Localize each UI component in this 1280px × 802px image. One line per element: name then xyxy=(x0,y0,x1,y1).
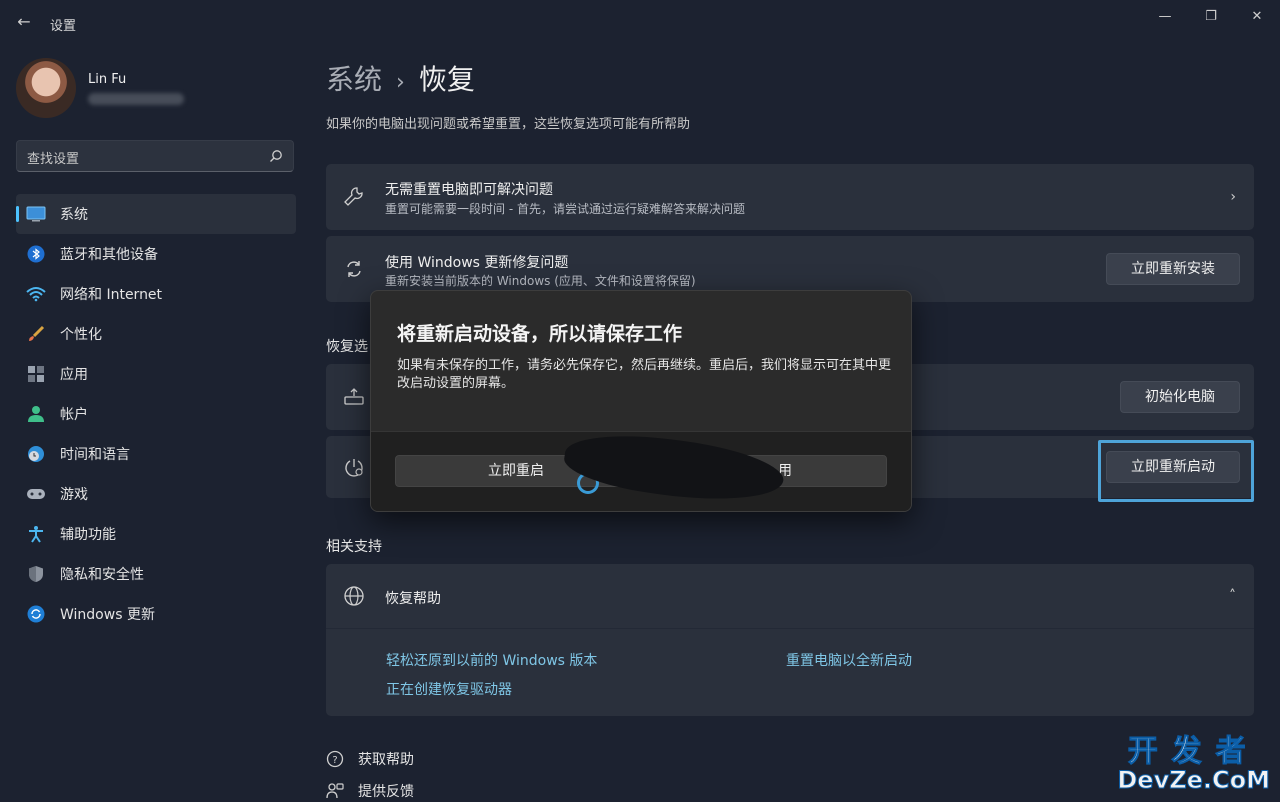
reset-pc-fresh-start-link[interactable]: 重置电脑以全新启动 xyxy=(786,650,912,670)
restore-previous-windows-link[interactable]: 轻松还原到以前的 Windows 版本 xyxy=(386,650,597,670)
sidebar-item-windows-update[interactable]: Windows 更新 xyxy=(16,594,296,634)
advanced-startup-icon xyxy=(342,455,366,479)
dialog-body: 如果有未保存的工作，请务必先保存它，然后再继续。重启后，我们将显示可在其中更改启… xyxy=(397,358,892,391)
create-recovery-drive-link[interactable]: 正在创建恢复驱动器 xyxy=(386,679,512,699)
sidebar-item-network[interactable]: 网络和 Internet xyxy=(16,274,296,314)
recovery-help-card: 恢复帮助 ˄ 轻松还原到以前的 Windows 版本 重置电脑以全新启动 正在创… xyxy=(326,564,1254,716)
svg-text:?: ? xyxy=(332,755,337,766)
help-icon: ? xyxy=(326,750,344,768)
page-title: 恢复 xyxy=(418,63,475,96)
brush-icon xyxy=(26,324,46,344)
sidebar-item-label: 帐户 xyxy=(60,407,88,423)
redacted-email xyxy=(88,93,184,105)
card-description: 重置可能需要一段时间 - 首先，请尝试通过运行疑难解答来解决问题 xyxy=(385,202,745,216)
search-icon xyxy=(270,150,282,162)
sidebar-item-label: 应用 xyxy=(60,367,88,383)
sidebar-item-bluetooth[interactable]: 蓝牙和其他设备 xyxy=(16,234,296,274)
keyboard-focus-ring xyxy=(1098,440,1254,502)
card-title: 无需重置电脑即可解决问题 xyxy=(385,182,553,198)
give-feedback-link[interactable]: 提供反馈 xyxy=(326,780,414,802)
sidebar-item-label: 辅助功能 xyxy=(60,527,116,543)
monitor-icon xyxy=(26,204,46,224)
redaction-scribble xyxy=(561,424,787,511)
sidebar-item-label: 游戏 xyxy=(60,487,88,503)
recovery-help-header[interactable]: 恢复帮助 ˄ xyxy=(326,564,1254,628)
divider xyxy=(326,628,1254,629)
sidebar-item-system[interactable]: 系统 xyxy=(16,194,296,234)
reset-pc-button[interactable]: 初始化电脑 xyxy=(1120,381,1240,413)
sidebar-item-label: 蓝牙和其他设备 xyxy=(60,247,158,263)
feedback-icon xyxy=(326,783,344,799)
chevron-right-icon: › xyxy=(1230,189,1236,205)
reinstall-now-button[interactable]: 立即重新安装 xyxy=(1106,253,1240,285)
sidebar-item-accounts[interactable]: 帐户 xyxy=(16,394,296,434)
shield-icon xyxy=(26,564,46,584)
accessibility-icon xyxy=(26,524,46,544)
title-bar: ← 设置 — ❐ ✕ xyxy=(0,0,1280,44)
card-title: 恢复帮助 xyxy=(385,591,441,607)
user-name: Lin Fu xyxy=(88,72,127,87)
reset-pc-icon xyxy=(342,385,366,409)
maximize-button[interactable]: ❐ xyxy=(1188,6,1234,28)
chevron-up-icon: ˄ xyxy=(1229,588,1236,604)
watermark-logo: 开发者 DevZe.CoM xyxy=(1117,726,1271,795)
breadcrumb-parent[interactable]: 系统 xyxy=(326,63,382,96)
sidebar-item-label: 系统 xyxy=(60,207,88,223)
sidebar-item-label: 网络和 Internet xyxy=(60,287,163,303)
sidebar-item-privacy[interactable]: 隐私和安全性 xyxy=(16,554,296,594)
dialog-title: 将重新启动设备，所以请保存工作 xyxy=(397,323,683,345)
recovery-options-label: 恢复选 xyxy=(326,339,368,355)
globe-icon xyxy=(342,584,366,608)
wifi-icon xyxy=(26,284,46,304)
search-input[interactable]: 查找设置 xyxy=(16,140,294,172)
dialog-footer: 立即重启 用 xyxy=(371,424,911,511)
close-button[interactable]: ✕ xyxy=(1234,6,1280,28)
sidebar-item-apps[interactable]: 应用 xyxy=(16,354,296,394)
sidebar-item-label: 隐私和安全性 xyxy=(60,567,144,583)
sidebar-item-accessibility[interactable]: 辅助功能 xyxy=(16,514,296,554)
related-support-label: 相关支持 xyxy=(326,539,382,555)
back-button[interactable]: ← xyxy=(14,12,34,32)
sync-icon xyxy=(342,257,366,281)
sidebar-item-gaming[interactable]: 游戏 xyxy=(16,474,296,514)
search-placeholder: 查找设置 xyxy=(27,152,80,167)
bluetooth-icon xyxy=(26,244,46,264)
get-help-label: 获取帮助 xyxy=(358,752,414,768)
sidebar: Lin Fu 查找设置 系统 蓝牙和其他设备 网络和 Internet 个性化 … xyxy=(0,44,310,800)
breadcrumb-separator: › xyxy=(396,70,405,95)
watermark-bottom: DevZe.CoM xyxy=(1117,766,1271,795)
person-icon xyxy=(26,404,46,424)
troubleshoot-card[interactable]: 无需重置电脑即可解决问题 重置可能需要一段时间 - 首先，请尝试通过运行疑难解答… xyxy=(326,164,1254,230)
gamepad-icon xyxy=(26,484,46,504)
restart-confirmation-dialog: 将重新启动设备，所以请保存工作 如果有未保存的工作，请务必先保存它，然后再继续。… xyxy=(370,290,912,512)
wrench-icon xyxy=(342,185,366,209)
clock-globe-icon xyxy=(26,444,46,464)
sidebar-item-label: Windows 更新 xyxy=(60,607,155,623)
apps-icon xyxy=(26,364,46,384)
sidebar-item-personalization[interactable]: 个性化 xyxy=(16,314,296,354)
user-profile[interactable]: Lin Fu xyxy=(16,58,296,118)
nav-list: 系统 蓝牙和其他设备 网络和 Internet 个性化 应用 帐户 时间和语言 … xyxy=(16,194,296,634)
watermark-top: 开发者 xyxy=(1127,734,1260,770)
minimize-button[interactable]: — xyxy=(1142,6,1188,28)
sidebar-item-label: 时间和语言 xyxy=(60,447,130,463)
give-feedback-label: 提供反馈 xyxy=(358,784,414,800)
breadcrumb: 系统 › 恢复 xyxy=(326,58,475,98)
update-icon xyxy=(26,604,46,624)
app-title: 设置 xyxy=(50,19,77,34)
card-title: 使用 Windows 更新修复问题 xyxy=(385,255,569,271)
sidebar-item-label: 个性化 xyxy=(60,327,102,343)
card-description: 重新安装当前版本的 Windows (应用、文件和设置将保留) xyxy=(385,274,696,288)
page-subtitle: 如果你的电脑出现问题或希望重置，这些恢复选项可能有所帮助 xyxy=(326,117,691,132)
get-help-link[interactable]: ? 获取帮助 xyxy=(326,748,414,770)
avatar xyxy=(16,58,76,118)
sidebar-item-time-language[interactable]: 时间和语言 xyxy=(16,434,296,474)
